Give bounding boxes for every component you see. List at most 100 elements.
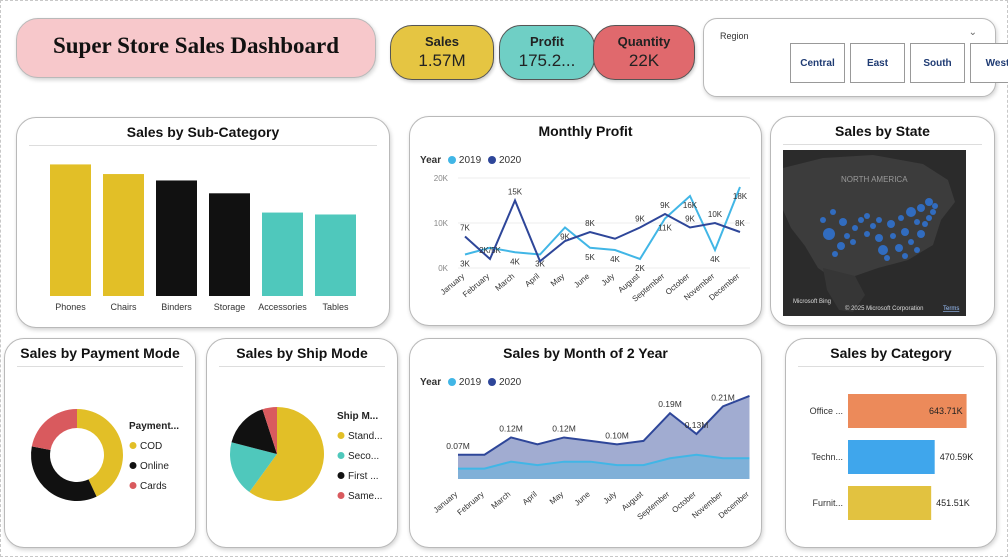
category-bar: [848, 440, 935, 474]
state-sales-bubble: [895, 244, 903, 252]
state-sales-bubble: [902, 253, 908, 259]
ship-mode-chart: Ship M... Stand... Seco... First ... Same...: [230, 407, 382, 502]
state-sales-bubble: [917, 204, 925, 212]
sub-category-tick-label: Storage: [214, 302, 246, 312]
sub-category-bar: [156, 180, 197, 296]
pie-legend-title: Payment...: [129, 421, 179, 432]
profit-data-label: 9K: [635, 215, 645, 224]
profit-data-label: 2K/5K: [479, 246, 501, 255]
state-sales-bubble: [864, 213, 870, 219]
profit-data-label: 4K: [710, 255, 720, 264]
category-value-label: 643.71K: [929, 406, 963, 416]
profit-data-label: 2K: [635, 264, 645, 273]
kpi-quantity-card: Quantity 22K: [593, 25, 695, 80]
state-sales-bubble: [830, 209, 836, 215]
area-month-label: April: [521, 490, 539, 507]
profit-data-label: 8K: [735, 219, 745, 228]
state-sales-bubble: [839, 218, 847, 226]
area-month-label: March: [489, 490, 512, 511]
chevron-down-icon[interactable]: ⌄: [969, 27, 977, 38]
region-slicer-label: Region: [720, 31, 749, 41]
state-sales-bubble: [901, 228, 909, 236]
title-card: Super Store Sales Dashboard: [16, 18, 376, 78]
category-tick-label: Techn...: [811, 452, 843, 462]
map-region-label: NORTH AMERICA: [841, 175, 908, 184]
pie-legend-label: Seco...: [348, 451, 379, 462]
state-map[interactable]: NORTH AMERICA Microsoft Bing © 2025 Micr…: [783, 150, 966, 316]
kpi-profit-value: 175.2...: [518, 51, 576, 70]
profit-y-tick: 10K: [434, 219, 449, 228]
state-sales-bubble: [914, 219, 920, 225]
state-sales-bubble: [890, 233, 896, 239]
category-chart: Office ... 643.71K Techn... 470.59K Furnit..…: [810, 394, 974, 520]
region-option-central[interactable]: Central: [790, 43, 845, 83]
pie-legend-label: Stand...: [348, 431, 382, 442]
map-copyright: © 2025 Microsoft Corporation: [845, 305, 923, 312]
payment-mode-panel: Sales by Payment Mode Payment... COD Onlin…: [4, 338, 196, 548]
state-sales-bubble: [878, 245, 888, 255]
state-sales-bubble: [887, 220, 895, 228]
state-sales-bubble: [852, 225, 858, 231]
profit-data-label: 4K: [610, 255, 620, 264]
monthly-profit-chart: 0K10K20KJanuaryFebruary March April May June…: [434, 174, 750, 304]
profit-data-label: 9K: [685, 215, 695, 224]
pie-legend-dot: [129, 482, 137, 489]
pie-legend-dot: [337, 492, 345, 499]
monthly-profit-panel: Monthly Profit Year 2019 2020 0K 10K 20K Ja…: [409, 116, 762, 326]
profit-month-label: April: [523, 272, 541, 289]
sub-category-bar: [315, 214, 356, 296]
ship-mode-panel: Sales by Ship Mode Ship M... Stand... Seco…: [206, 338, 398, 548]
area-month-label: February: [455, 490, 485, 517]
profit-line-2020: [464, 197, 741, 263]
state-sales-bubble: [917, 230, 925, 238]
state-sales-bubble: [876, 217, 882, 223]
map-terms-link[interactable]: Terms: [943, 306, 959, 312]
profit-data-label: 3K: [460, 260, 470, 269]
profit-month-label: June: [572, 271, 591, 289]
state-sales-bubble: [922, 221, 928, 227]
region-option-south[interactable]: South: [910, 43, 965, 83]
pie-slice: [30, 446, 97, 501]
area-data-label: 0.19M: [658, 399, 682, 409]
profit-data-label: 15K: [508, 188, 523, 197]
category-panel: Sales by Category Office ... 643.71K Techn…: [785, 338, 997, 548]
pie-legend-label: Cards: [140, 481, 167, 492]
pie-legend-label: COD: [140, 441, 162, 452]
category-bar: [848, 486, 932, 520]
area-data-label: 0.21M: [711, 392, 735, 402]
state-sales-bubble: [926, 215, 932, 221]
category-value-label: 470.59K: [940, 452, 974, 462]
state-sales-bubble: [930, 209, 936, 215]
region-option-west[interactable]: West: [970, 43, 1008, 83]
state-sales-bubble: [850, 239, 856, 245]
area-month-label: June: [573, 489, 592, 507]
map-attribution: Microsoft Bing: [793, 299, 831, 305]
profit-data-label: 9K: [660, 201, 670, 210]
kpi-profit-label: Profit: [530, 34, 564, 49]
category-tick-label: Office ...: [810, 406, 843, 416]
area-data-label: 0.12M: [552, 423, 576, 433]
state-sales-bubble: [864, 231, 870, 237]
profit-data-label: 11K: [658, 224, 672, 233]
month-two-year-chart: 0.07M0.12M 0.12M0.10M0.19M0.13M0.21MJanua…: [432, 392, 751, 521]
state-sales-bubble: [832, 251, 838, 257]
area-month-label: May: [548, 490, 565, 507]
profit-month-label: May: [549, 272, 566, 289]
sub-category-panel: Sales by Sub-Category Phones Chairs Binder…: [16, 117, 390, 328]
profit-data-label: 7K: [460, 224, 470, 233]
pie-legend-label: First ...: [348, 471, 379, 482]
pie-legend-dot: [337, 452, 345, 459]
profit-data-label: 4K: [510, 257, 520, 266]
state-map-title: Sales by State: [835, 123, 930, 139]
month-two-year-panel: Sales by Month of 2 Year Year 2019 2020 …: [409, 338, 762, 548]
pie-slice: [31, 409, 77, 450]
kpi-quantity-label: Quantity: [617, 34, 671, 49]
state-sales-bubble: [875, 234, 883, 242]
region-option-east[interactable]: East: [850, 43, 905, 83]
pie-legend-title: Ship M...: [337, 411, 378, 422]
sub-category-bar: [262, 212, 303, 296]
category-tick-label: Furnit...: [812, 498, 843, 508]
page-title: Super Store Sales Dashboard: [52, 33, 340, 58]
profit-data-label: 18K: [733, 192, 748, 201]
state-sales-bubble: [932, 203, 938, 209]
